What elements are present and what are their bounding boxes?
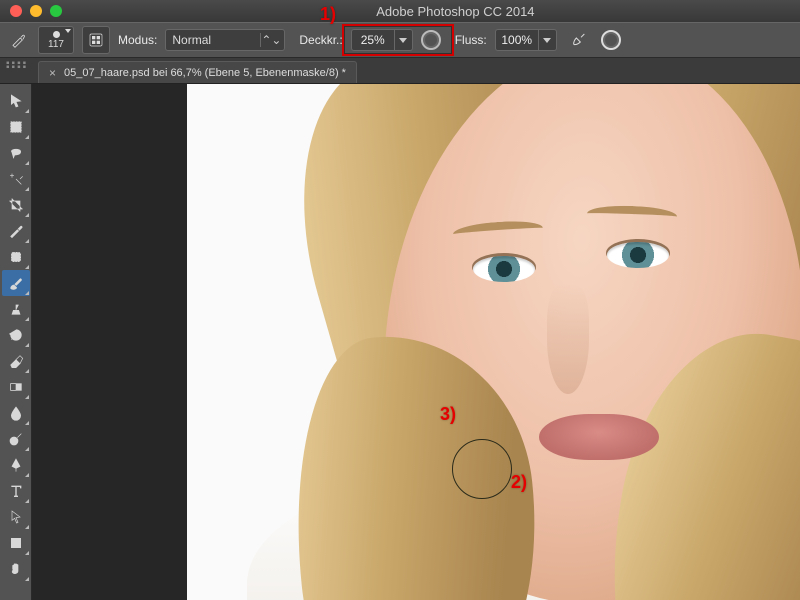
image-content: [547, 284, 589, 394]
canvas-area[interactable]: 3) 2): [32, 84, 800, 600]
minimize-window-button[interactable]: [30, 5, 42, 17]
chevron-down-icon: [543, 38, 551, 43]
type-tool[interactable]: [2, 478, 30, 504]
zoom-window-button[interactable]: [50, 5, 62, 17]
window-controls: [10, 5, 62, 17]
flow-field[interactable]: 100%: [495, 29, 557, 51]
dodge-tool[interactable]: [2, 426, 30, 452]
brush-preset-picker[interactable]: 117: [38, 26, 74, 54]
pressure-size-toggle[interactable]: [601, 30, 621, 50]
blend-mode-value: Normal: [172, 33, 211, 47]
workspace: 3) 2): [0, 84, 800, 600]
blend-mode-select[interactable]: Normal ⌃⌄: [165, 29, 285, 51]
eraser-tool[interactable]: [2, 348, 30, 374]
lasso-tool[interactable]: [2, 140, 30, 166]
chevron-down-icon: [65, 29, 71, 33]
move-tool[interactable]: [2, 88, 30, 114]
tools-panel: [0, 84, 32, 600]
opacity-label: Deckkr.:: [299, 33, 342, 47]
mac-titlebar: Adobe Photoshop CC 2014: [0, 0, 800, 22]
document-tabstrip: × 05_07_haare.psd bei 66,7% (Ebene 5, Eb…: [0, 58, 800, 84]
crop-tool[interactable]: [2, 192, 30, 218]
flow-dropdown[interactable]: [539, 29, 557, 51]
hand-tool[interactable]: [2, 556, 30, 582]
clone-stamp-tool[interactable]: [2, 296, 30, 322]
marquee-tool[interactable]: [2, 114, 30, 140]
image-content: [607, 242, 669, 268]
pen-tool[interactable]: [2, 452, 30, 478]
gradient-tool[interactable]: [2, 374, 30, 400]
close-tab-icon[interactable]: ×: [49, 66, 56, 80]
document-canvas[interactable]: 3) 2): [187, 84, 800, 600]
current-tool-icon[interactable]: [8, 29, 30, 51]
flow-value[interactable]: 100%: [495, 29, 539, 51]
annotation-label-3: 3): [440, 404, 456, 425]
path-select-tool[interactable]: [2, 504, 30, 530]
image-content: [539, 414, 659, 460]
airbrush-toggle[interactable]: [565, 26, 593, 54]
annotation-label-1: 1): [320, 4, 336, 25]
brush-size: 117: [48, 39, 64, 50]
healing-brush-tool[interactable]: [2, 244, 30, 270]
brush-tool[interactable]: [2, 270, 30, 296]
chevron-updown-icon: ⌃⌄: [260, 33, 278, 47]
app-title: Adobe Photoshop CC 2014: [376, 4, 534, 19]
image-content: [473, 256, 535, 282]
flow-label: Fluss:: [455, 33, 487, 47]
brush-dot-icon: [53, 31, 60, 38]
close-window-button[interactable]: [10, 5, 22, 17]
annotation-highlight-1: [342, 24, 454, 56]
document-tab[interactable]: × 05_07_haare.psd bei 66,7% (Ebene 5, Eb…: [38, 61, 357, 83]
shape-tool[interactable]: [2, 530, 30, 556]
brush-cursor-icon: [452, 439, 512, 499]
panel-grip-icon[interactable]: ▪▪▪▪▪▪▪▪: [6, 62, 28, 70]
brush-panel-toggle[interactable]: [82, 26, 110, 54]
mode-label: Modus:: [118, 33, 157, 47]
annotation-label-2: 2): [511, 472, 527, 493]
document-tab-label: 05_07_haare.psd bei 66,7% (Ebene 5, Eben…: [64, 67, 346, 79]
quick-select-tool[interactable]: [2, 166, 30, 192]
eyedropper-tool[interactable]: [2, 218, 30, 244]
history-brush-tool[interactable]: [2, 322, 30, 348]
blur-tool[interactable]: [2, 400, 30, 426]
